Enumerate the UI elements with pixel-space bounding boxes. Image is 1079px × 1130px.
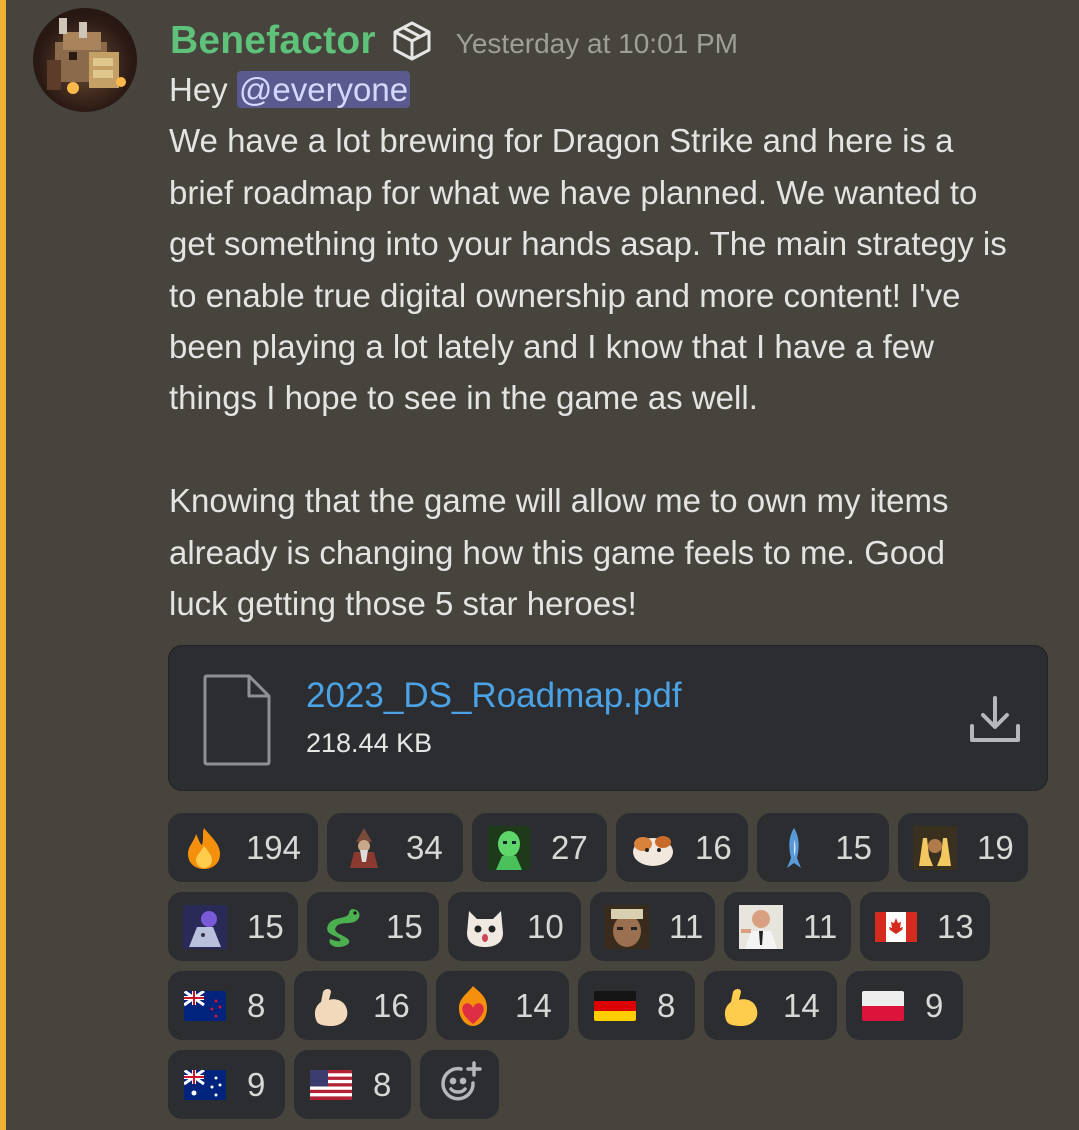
excited-man-icon [739, 904, 783, 949]
message-line: brief roadmap for what we have planned. … [169, 173, 978, 211]
reactions-bar: 194 34 27 16 15 19 15 15 10 11 11 13 8 1… [168, 813, 1068, 1129]
reaction-dragon[interactable]: 15 [307, 892, 439, 961]
file-attachment: 2023_DS_Roadmap.pdf 218.44 KB [168, 645, 1048, 791]
wizard-icon [342, 826, 386, 870]
reaction-count: 16 [695, 828, 732, 866]
reaction-count: 15 [247, 907, 284, 945]
message-line: already is changing how this game feels … [169, 533, 945, 571]
reaction-count: 9 [925, 986, 944, 1024]
reaction-count: 15 [835, 828, 872, 866]
reaction-count: 10 [527, 907, 564, 945]
reaction-row: 194 34 27 16 15 19 [168, 813, 1068, 882]
file-name-link[interactable]: 2023_DS_Roadmap.pdf [306, 676, 682, 716]
file-icon [199, 672, 275, 768]
green-alien-icon [487, 825, 531, 870]
file-size: 218.44 KB [306, 728, 433, 758]
timestamp: Yesterday at 10:01 PM [455, 28, 738, 59]
reaction-count: 13 [937, 907, 974, 945]
reaction-count: 9 [247, 1065, 266, 1103]
message-line: luck getting those 5 star heroes! [169, 584, 637, 622]
reaction-new-zealand-flag[interactable]: 8 [168, 971, 285, 1040]
reaction-germany-flag[interactable]: 8 [578, 971, 695, 1040]
fire-icon [183, 826, 226, 870]
reaction-count: 11 [669, 907, 704, 945]
reaction-flexed-biceps-light[interactable]: 16 [294, 971, 427, 1040]
reaction-australia-flag[interactable]: 9 [168, 1050, 285, 1119]
reaction-ghost-character[interactable]: 15 [168, 892, 298, 961]
reaction-excited-man[interactable]: 11 [724, 892, 851, 961]
australia-flag-icon [183, 1063, 227, 1107]
reaction-man-face[interactable]: 11 [590, 892, 715, 961]
message-line: We have a lot brewing for Dragon Strike … [169, 122, 954, 160]
message-line: Knowing that the game will allow me to o… [169, 482, 949, 520]
reaction-fire[interactable]: 194 [168, 813, 318, 882]
add-reaction-icon [437, 1059, 483, 1110]
hamster-icon [631, 826, 675, 870]
reaction-row: 9 8 [168, 1050, 1068, 1119]
dragon-icon [322, 905, 366, 949]
message-line-greeting: Hey @everyone [169, 64, 1069, 115]
reaction-flexed-biceps[interactable]: 14 [704, 971, 837, 1040]
greeting-text: Hey [169, 71, 237, 108]
avatar[interactable] [33, 8, 137, 112]
reaction-count: 27 [551, 828, 588, 866]
message-line: things I hope to see in the game as well… [169, 379, 758, 417]
germany-flag-icon [593, 984, 637, 1028]
reaction-green-alien[interactable]: 27 [472, 813, 607, 882]
message-line-blank [169, 424, 1069, 475]
poland-flag-icon [861, 984, 905, 1028]
message-content: Hey @everyone We have a lot brewing for … [169, 64, 1069, 629]
reaction-usa-flag[interactable]: 8 [294, 1050, 411, 1119]
praise-hands-icon [913, 825, 957, 870]
reaction-hamster[interactable]: 16 [616, 813, 748, 882]
reaction-count: 16 [373, 986, 410, 1024]
reaction-poland-flag[interactable]: 9 [846, 971, 963, 1040]
reaction-count: 34 [406, 828, 443, 866]
reaction-count: 8 [657, 986, 676, 1024]
add-reaction-button[interactable] [420, 1050, 499, 1119]
heart-on-fire-icon [451, 984, 495, 1028]
reaction-row: 15 15 10 11 11 13 [168, 892, 1068, 961]
reaction-shark[interactable]: 15 [757, 813, 889, 882]
reaction-count: 14 [515, 986, 552, 1024]
shocked-cat-icon [463, 905, 507, 949]
reaction-shocked-cat[interactable]: 10 [448, 892, 581, 961]
mention-everyone[interactable]: @everyone [236, 71, 411, 108]
reaction-count: 11 [803, 907, 838, 945]
reaction-count: 194 [245, 828, 301, 866]
reaction-count: 8 [247, 986, 266, 1024]
shark-icon [772, 826, 815, 870]
reaction-row: 8 16 14 8 14 9 [168, 971, 1068, 1040]
reaction-count: 14 [783, 986, 820, 1024]
ghost-character-icon [183, 904, 227, 949]
reaction-count: 15 [386, 907, 423, 945]
usa-flag-icon [309, 1063, 353, 1107]
reaction-count: 19 [977, 828, 1014, 866]
message-line: been playing a lot lately and I know tha… [169, 327, 934, 365]
message-header: Benefactor Yesterday at 10:01 PM [170, 14, 738, 68]
flexed-biceps-icon [719, 984, 763, 1028]
username[interactable]: Benefactor [170, 19, 376, 63]
man-face-icon [605, 904, 649, 949]
reaction-count: 8 [373, 1065, 392, 1103]
download-icon[interactable] [967, 694, 1023, 746]
highlight-bar [0, 0, 6, 1130]
canada-flag-icon [875, 905, 917, 949]
flexed-biceps-light-icon [309, 984, 353, 1028]
message-line: to enable true digital ownership and mor… [169, 276, 961, 314]
new-zealand-flag-icon [183, 984, 227, 1028]
reaction-wizard[interactable]: 34 [327, 813, 463, 882]
reaction-heart-on-fire[interactable]: 14 [436, 971, 569, 1040]
cube-icon [390, 19, 434, 63]
reaction-canada-flag[interactable]: 13 [860, 892, 990, 961]
reaction-praise-hands[interactable]: 19 [898, 813, 1028, 882]
message-line: get something into your hands asap. The … [169, 225, 1007, 263]
